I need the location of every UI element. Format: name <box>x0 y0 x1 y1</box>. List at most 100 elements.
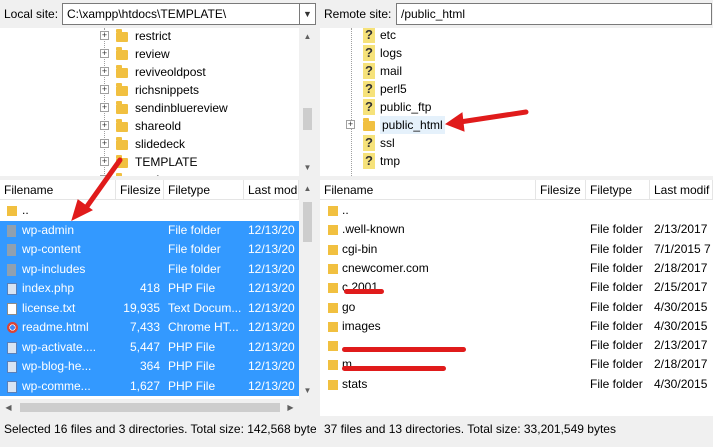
remote-site-label: Remote site: <box>324 7 392 21</box>
remote-tree-item[interactable]: ? perl5 <box>320 80 713 98</box>
file-modified: 12/13/20 <box>248 261 295 276</box>
column-filesize[interactable]: Filesize <box>116 180 164 200</box>
local-tree-item[interactable]: + richsnippets <box>0 81 299 99</box>
expand-icon[interactable]: + <box>346 120 355 129</box>
local-tree-item[interactable]: + review <box>0 45 299 63</box>
local-files-hscroll[interactable]: ◀ ▶ <box>0 399 316 416</box>
file-row[interactable]: wp-content File folder 12/13/20 <box>0 240 299 260</box>
local-tree-scrollbar[interactable]: ▲ ▼ <box>299 28 316 176</box>
folder-icon <box>328 379 338 390</box>
scroll-right-icon[interactable]: ▶ <box>282 399 299 416</box>
expand-icon[interactable]: + <box>100 139 109 148</box>
scroll-up-icon[interactable]: ▲ <box>299 28 316 45</box>
file-name: wp-activate.... <box>22 339 97 354</box>
file-modified: 4/30/2015 <box>654 318 708 333</box>
column-last-modified[interactable]: Last modi <box>244 180 299 200</box>
column-filetype[interactable]: Filetype <box>164 180 244 200</box>
local-tree-item[interactable]: + slidedeck <box>0 135 299 153</box>
column-last-modified[interactable]: Last modif <box>650 180 713 200</box>
local-site-path-input[interactable]: C:\xampp\htdocs\TEMPLATE\ <box>62 3 300 25</box>
file-row[interactable]: readme.html 7,433 Chrome HT... 12/13/20 <box>0 318 299 338</box>
remote-site-path-input[interactable]: /public_html <box>396 3 712 25</box>
unknown-folder-icon: ? <box>363 81 375 97</box>
local-tree-item[interactable]: + test1 <box>0 171 299 176</box>
expand-icon[interactable]: + <box>100 85 109 94</box>
tree-item-label: test1 <box>135 171 161 176</box>
expand-icon[interactable]: + <box>100 103 109 112</box>
file-row[interactable]: .. <box>0 201 299 221</box>
scroll-down-icon[interactable]: ▼ <box>299 159 316 176</box>
scroll-up-icon[interactable]: ▲ <box>299 180 316 197</box>
file-modified: 2/18/2017 <box>654 260 708 275</box>
file-modified: 2/15/2017 <box>654 280 708 295</box>
local-files-vscroll[interactable]: ▲ ▼ <box>299 180 316 399</box>
remote-tree-item[interactable]: ? etc <box>320 28 713 44</box>
chrome-icon <box>7 322 18 333</box>
folder-icon <box>116 65 128 78</box>
file-row[interactable]: cgi-bin File folder 7/1/2015 7 <box>320 240 713 260</box>
remote-tree-item[interactable]: + public_html <box>320 116 713 134</box>
local-tree-item[interactable]: + shareold <box>0 117 299 135</box>
local-tree-item[interactable]: + sendinbluereview <box>0 99 299 117</box>
file-name: c 2001 <box>342 280 379 295</box>
unknown-folder-icon: ? <box>363 45 375 61</box>
file-row[interactable]: wp-includes File folder 12/13/20 <box>0 259 299 279</box>
tree-item-label: TEMPLATE <box>135 155 198 169</box>
scroll-down-icon[interactable]: ▼ <box>299 382 316 399</box>
remote-file-list-header: Filename Filesize Filetype Last modif <box>320 180 713 200</box>
file-row[interactable]: wp-comme... 1,627 PHP File 12/13/20 <box>0 376 299 396</box>
file-name: wp-content <box>22 242 81 256</box>
remote-tree-item[interactable]: ? public_ftp <box>320 98 713 116</box>
local-tree-item[interactable]: + restrict <box>0 28 299 45</box>
file-row[interactable]: index.php 418 PHP File 12/13/20 <box>0 279 299 299</box>
file-row[interactable]: images File folder 4/30/2015 <box>320 317 713 337</box>
tree-item-label: perl5 <box>380 82 407 96</box>
unknown-folder-icon: ? <box>363 28 375 43</box>
text-file-icon <box>7 302 17 315</box>
file-type: File folder <box>590 338 643 353</box>
expand-icon[interactable]: + <box>100 67 109 76</box>
expand-icon[interactable]: + <box>100 121 109 130</box>
expand-icon[interactable]: + <box>100 157 109 166</box>
local-site-dropdown[interactable]: ▼ <box>300 3 316 25</box>
column-filesize[interactable]: Filesize <box>536 180 586 200</box>
file-row[interactable]: c 2001 File folder 2/15/2017 <box>320 278 713 298</box>
local-tree-item[interactable]: + TEMPLATE <box>0 153 299 171</box>
file-row[interactable]: .. <box>320 201 713 221</box>
expand-icon[interactable]: + <box>100 175 109 176</box>
scroll-thumb[interactable] <box>20 403 280 412</box>
scroll-left-icon[interactable]: ◀ <box>0 399 17 416</box>
file-type: Text Docum... <box>168 300 242 315</box>
remote-tree-item[interactable]: ? tmp <box>320 152 713 170</box>
folder-icon <box>328 321 338 332</box>
file-row[interactable]: go File folder 4/30/2015 <box>320 298 713 318</box>
file-modified: 12/13/20 <box>248 320 295 334</box>
folder-icon <box>7 206 17 216</box>
column-filename[interactable]: Filename <box>0 180 116 200</box>
file-row[interactable]: wp-activate.... 5,447 PHP File 12/13/20 <box>0 337 299 357</box>
file-row[interactable]: wp-admin File folder 12/13/20 <box>0 220 299 240</box>
file-type: File folder <box>168 222 221 237</box>
file-row[interactable]: File folder 2/13/2017 <box>320 336 713 356</box>
file-type: PHP File <box>168 359 216 373</box>
file-row[interactable]: .well-known File folder 2/13/2017 <box>320 220 713 240</box>
local-tree-item[interactable]: + reviveoldpost <box>0 63 299 81</box>
scroll-thumb[interactable] <box>303 202 312 242</box>
remote-tree-item[interactable]: ? logs <box>320 44 713 62</box>
expand-icon[interactable]: + <box>100 31 109 40</box>
expand-icon[interactable]: + <box>100 49 109 58</box>
file-row[interactable]: cnewcomer.com File folder 2/18/2017 <box>320 259 713 279</box>
scroll-thumb[interactable] <box>303 108 312 130</box>
tree-item-label: tmp <box>380 154 401 168</box>
remote-tree-item[interactable]: ? mail <box>320 62 713 80</box>
column-filename[interactable]: Filename <box>320 180 536 200</box>
file-row[interactable]: stats File folder 4/30/2015 <box>320 375 713 395</box>
file-type: File folder <box>590 357 643 372</box>
file-size: 1,627 <box>129 378 160 393</box>
remote-tree-item[interactable]: ? ssl <box>320 134 713 152</box>
local-site-label: Local site: <box>4 7 59 21</box>
file-row[interactable]: wp-blog-he... 364 PHP File 12/13/20 <box>0 357 299 377</box>
column-filetype[interactable]: Filetype <box>586 180 650 200</box>
file-size: 7,433 <box>129 320 160 334</box>
file-row[interactable]: license.txt 19,935 Text Docum... 12/13/20 <box>0 298 299 318</box>
